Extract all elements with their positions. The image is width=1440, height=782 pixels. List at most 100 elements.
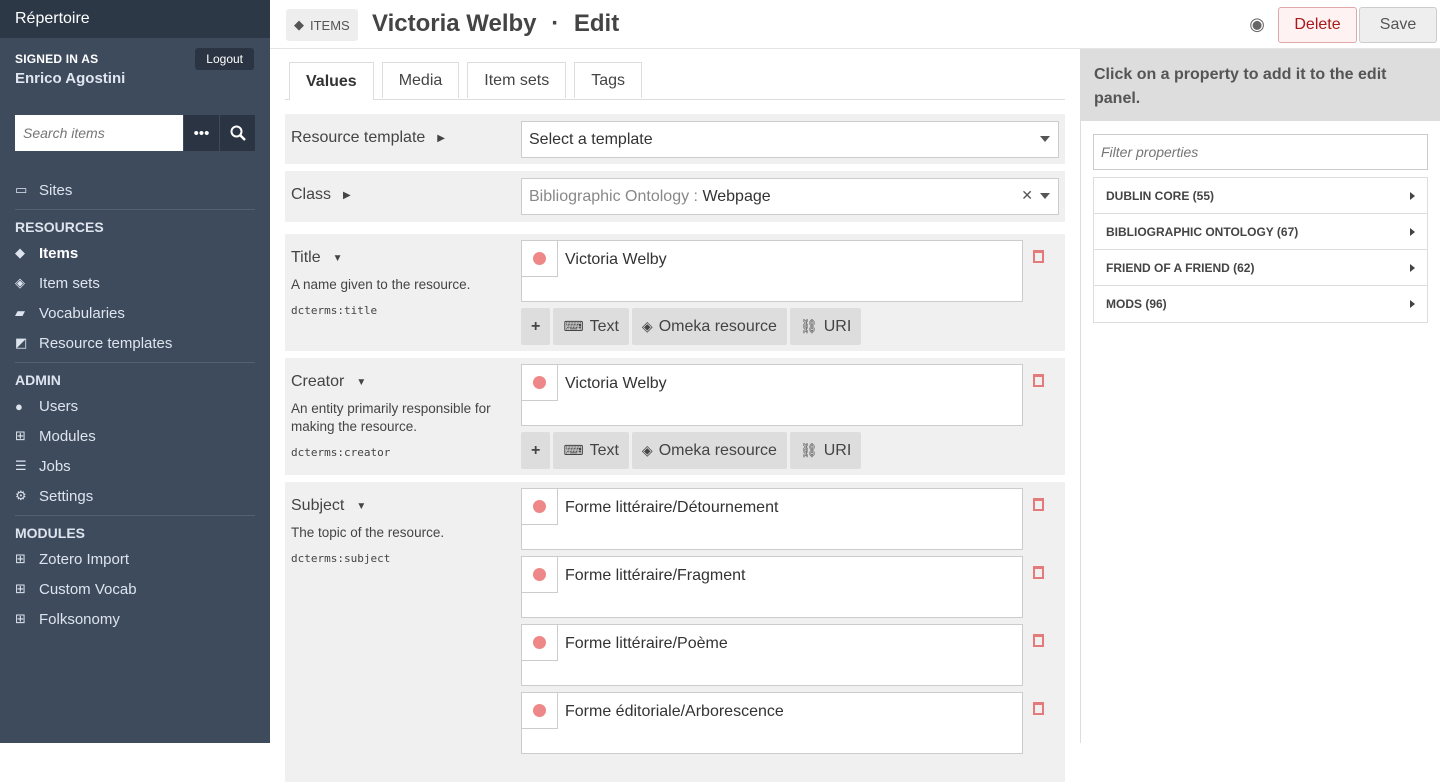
language-button[interactable] xyxy=(522,365,558,401)
add-omeka-resource-button[interactable]: ◈ Omeka resource xyxy=(631,432,787,469)
value-textarea[interactable]: Victoria Welby xyxy=(521,364,1023,426)
sidebar-item-folksonomy[interactable]: ⊞ Folksonomy xyxy=(15,604,255,634)
trash-icon[interactable] xyxy=(1033,634,1044,647)
language-button[interactable] xyxy=(522,489,558,525)
property-label-cell: Title ▼ A name given to the resource. dct… xyxy=(285,234,521,323)
property-term: dcterms:title xyxy=(291,304,378,317)
class-toggle[interactable]: Class ▶ xyxy=(291,177,515,213)
vocabulary-dublin-core[interactable]: DUBLIN CORE (55) xyxy=(1094,178,1427,214)
sidebar-item-label: Settings xyxy=(39,487,94,505)
caret-right-icon xyxy=(1410,300,1415,308)
value-text: Victoria Welby xyxy=(565,251,667,268)
add-uri-button[interactable]: ⛓ URI xyxy=(789,432,862,469)
view-public-button[interactable]: ◉ xyxy=(1249,14,1265,35)
value-textarea[interactable]: Victoria Welby xyxy=(521,240,1023,302)
language-button[interactable] xyxy=(522,557,558,593)
add-text-button[interactable]: ⌨ Text xyxy=(553,432,629,469)
cube-icon: ◆ xyxy=(294,17,304,32)
button-label: URI xyxy=(823,441,852,459)
site-brand[interactable]: Répertoire xyxy=(0,0,270,38)
language-button[interactable] xyxy=(522,625,558,661)
search-icon xyxy=(230,125,246,141)
class-label-cell: Class ▶ xyxy=(285,171,521,222)
cubes-icon: ◈ xyxy=(641,318,653,334)
sidebar-item-label: Jobs xyxy=(39,457,71,475)
value-text: Forme littéraire/Poème xyxy=(565,635,728,652)
sidebar-item-resource-templates[interactable]: ◩ Resource templates xyxy=(15,328,255,358)
trash-icon[interactable] xyxy=(1033,250,1044,263)
sidebar-item-jobs[interactable]: ☰ Jobs xyxy=(15,451,255,481)
divider xyxy=(15,515,255,516)
caret-down-icon: ▼ xyxy=(332,252,343,264)
user-name[interactable]: Enrico Agostini xyxy=(15,70,255,87)
keyboard-icon: ⌨ xyxy=(563,318,584,334)
field-label: Creator xyxy=(291,373,345,390)
sidebar-item-modules[interactable]: ⊞ Modules xyxy=(15,421,255,451)
property-title: Title ▼ A name given to the resource. dct… xyxy=(285,234,1065,351)
add-value-button[interactable]: + xyxy=(521,432,551,469)
vocabulary-bibliographic-ontology[interactable]: BIBLIOGRAPHIC ONTOLOGY (67) xyxy=(1094,214,1427,250)
button-label: Text xyxy=(589,441,619,459)
value-entry: Forme littéraire/Fragment xyxy=(521,556,1065,618)
sidebar-item-custom-vocab[interactable]: ⊞ Custom Vocab xyxy=(15,574,255,604)
logout-button[interactable]: Logout xyxy=(195,48,254,70)
list-icon: ☰ xyxy=(15,458,27,473)
button-label: Text xyxy=(589,317,619,335)
vocabulary-mods[interactable]: MODS (96) xyxy=(1094,286,1427,322)
value-textarea[interactable]: Forme éditoriale/Arborescence xyxy=(521,692,1023,754)
clear-icon[interactable]: ✕ xyxy=(1021,187,1033,204)
item-title: Victoria Welby xyxy=(372,10,537,37)
sidebar-item-label: Resource templates xyxy=(39,334,173,352)
delete-button[interactable]: Delete xyxy=(1278,7,1357,43)
filter-properties-input[interactable] xyxy=(1093,134,1428,170)
language-button[interactable] xyxy=(522,241,558,277)
resource-template-select[interactable]: Select a template xyxy=(521,121,1059,158)
search-input[interactable] xyxy=(15,115,183,151)
property-toggle[interactable]: Creator ▼ xyxy=(291,364,515,400)
ellipsis-icon: ••• xyxy=(193,124,210,142)
sidebar-item-vocabularies[interactable]: ▰ Vocabularies xyxy=(15,298,255,328)
save-button[interactable]: Save xyxy=(1359,7,1437,43)
field-label: Resource template xyxy=(291,129,426,146)
trash-icon[interactable] xyxy=(1033,498,1044,511)
value-textarea[interactable]: Forme littéraire/Détournement xyxy=(521,488,1023,550)
cubes-icon: ◈ xyxy=(641,442,653,458)
class-select[interactable]: Bibliographic Ontology : Webpage ✕ xyxy=(521,178,1059,215)
tab-values[interactable]: Values xyxy=(289,62,374,100)
trash-icon[interactable] xyxy=(1033,374,1044,387)
property-label-cell: Creator ▼ An entity primarily responsible… xyxy=(285,358,521,465)
tab-item-sets[interactable]: Item sets xyxy=(467,62,567,98)
sidebar-item-item-sets[interactable]: ◈ Item sets xyxy=(15,268,255,298)
caret-right-icon: ▶ xyxy=(343,189,351,201)
resource-template-toggle[interactable]: Resource template ▶ xyxy=(291,120,515,156)
add-omeka-resource-button[interactable]: ◈ Omeka resource xyxy=(631,308,787,345)
title-separator: · xyxy=(551,10,560,37)
value-textarea[interactable]: Forme littéraire/Poème xyxy=(521,624,1023,686)
caret-right-icon xyxy=(1410,263,1415,272)
button-label: Omeka resource xyxy=(658,441,777,459)
add-value-button[interactable]: + xyxy=(521,308,551,345)
property-toggle[interactable]: Title ▼ xyxy=(291,240,515,276)
advanced-search-button[interactable]: ••• xyxy=(183,115,219,151)
sidebar-item-sites[interactable]: ▭ Sites xyxy=(15,175,255,205)
value-textarea[interactable]: Forme littéraire/Fragment xyxy=(521,556,1023,618)
add-text-button[interactable]: ⌨ Text xyxy=(553,308,629,345)
tab-media[interactable]: Media xyxy=(381,62,460,98)
trash-icon[interactable] xyxy=(1033,702,1044,715)
sidebar-item-label: Modules xyxy=(39,427,96,445)
property-term: dcterms:creator xyxy=(291,446,391,459)
tab-tags[interactable]: Tags xyxy=(574,62,642,98)
language-button[interactable] xyxy=(522,693,558,729)
sidebar-nav: ▭ Sites RESOURCES ◆ Items ◈ Item sets ▰ Voca… xyxy=(15,175,255,634)
property-subject: Subject ▼ The topic of the resource. dcte… xyxy=(285,482,1065,782)
vocabulary-foaf[interactable]: FRIEND OF A FRIEND (62) xyxy=(1094,250,1427,286)
page-mode: Edit xyxy=(573,10,620,37)
search-button[interactable] xyxy=(219,115,255,151)
sidebar-item-zotero-import[interactable]: ⊞ Zotero Import xyxy=(15,544,255,574)
add-uri-button[interactable]: ⛓ URI xyxy=(789,308,862,345)
sidebar-item-items[interactable]: ◆ Items xyxy=(15,238,255,268)
sidebar-item-settings[interactable]: ⚙ Settings xyxy=(15,481,255,511)
trash-icon[interactable] xyxy=(1033,566,1044,579)
property-toggle[interactable]: Subject ▼ xyxy=(291,488,515,524)
sidebar-item-users[interactable]: ● Users xyxy=(15,391,255,421)
